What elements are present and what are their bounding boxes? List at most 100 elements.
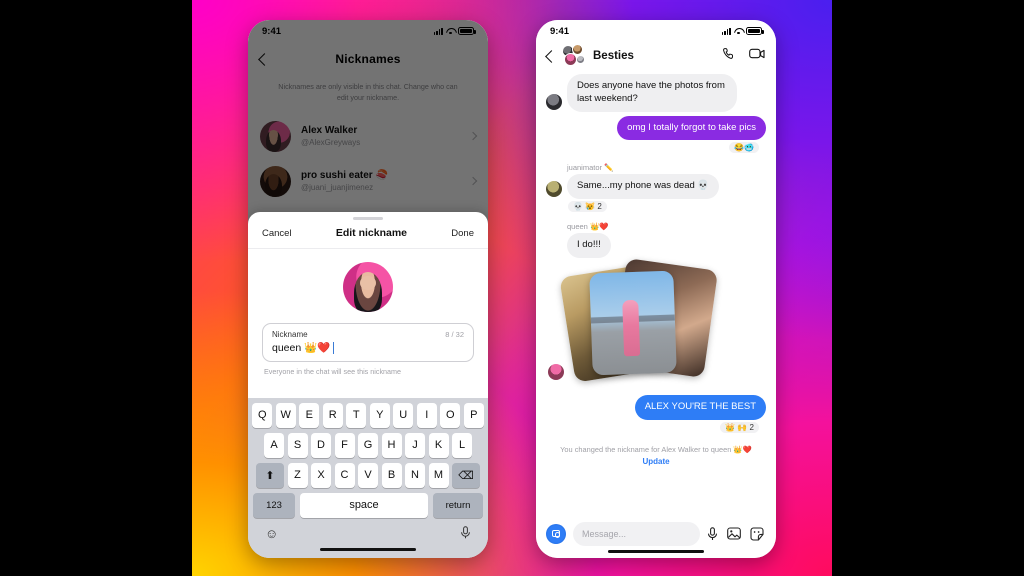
- message-bubble[interactable]: I do!!!: [567, 233, 611, 259]
- conversation-title[interactable]: Besties: [593, 50, 716, 62]
- battery-icon: [746, 27, 764, 35]
- sheet-toolbar: Cancel Edit nickname Done: [248, 220, 488, 248]
- return-key[interactable]: return: [433, 492, 483, 518]
- message-incoming-i-do[interactable]: I do!!!: [546, 233, 766, 259]
- message-outgoing-forgot-pics[interactable]: omg I totally forgot to take pics: [546, 115, 766, 141]
- nickname-input-value-wrap: queen 👑❤️: [272, 341, 464, 354]
- nickname-row-meta: pro sushi eater 🍣 @juani_juanjimenez: [301, 170, 460, 192]
- message-input[interactable]: Message...: [573, 521, 700, 546]
- keyboard-bottom-bar: ☺: [251, 523, 485, 546]
- backspace-key-icon[interactable]: ⌫: [452, 462, 480, 488]
- message-outgoing-alex-best[interactable]: ALEX YOU'RE THE BEST: [546, 395, 766, 420]
- message-bubble[interactable]: Same...my phone was dead 💀: [567, 174, 720, 200]
- message-bubble[interactable]: omg I totally forgot to take pics: [617, 115, 766, 141]
- nicknames-header: Nicknames: [248, 42, 488, 76]
- key-c[interactable]: C: [334, 462, 355, 488]
- reaction-pill[interactable]: 😂🥶: [728, 141, 760, 155]
- onscreen-keyboard: Q W E R T Y U I O P A S D F G H J K L ⬆ …: [248, 397, 488, 558]
- nickname-input-label: Nickname: [272, 330, 308, 339]
- keyboard-row-2: A S D F G H J K L: [251, 432, 485, 458]
- key-m[interactable]: M: [428, 462, 449, 488]
- reaction-row: 💀 😿 2: [546, 200, 766, 217]
- key-g[interactable]: G: [358, 432, 378, 458]
- avatar: [548, 364, 564, 381]
- image-icon[interactable]: [727, 527, 741, 540]
- home-indicator: [608, 549, 704, 553]
- key-y[interactable]: Y: [369, 402, 390, 428]
- key-l[interactable]: L: [452, 432, 472, 458]
- key-r[interactable]: R: [322, 402, 343, 428]
- key-b[interactable]: B: [381, 462, 402, 488]
- phone-call-icon[interactable]: [722, 47, 736, 66]
- battery-icon: [458, 27, 476, 35]
- key-s[interactable]: S: [287, 432, 308, 458]
- emoji-icon[interactable]: ☺: [265, 527, 278, 540]
- key-f[interactable]: F: [334, 432, 355, 458]
- keyboard-row-4: 123 space return: [251, 492, 485, 518]
- key-k[interactable]: K: [428, 432, 449, 458]
- key-u[interactable]: U: [393, 402, 414, 428]
- camera-icon[interactable]: [546, 523, 566, 544]
- key-x[interactable]: X: [311, 462, 331, 488]
- space-key[interactable]: space: [300, 492, 428, 518]
- back-chevron-icon[interactable]: [545, 49, 558, 63]
- key-w[interactable]: W: [275, 402, 296, 428]
- nickname-input[interactable]: Nickname 8 / 32 queen 👑❤️: [262, 323, 474, 362]
- key-v[interactable]: V: [358, 462, 378, 488]
- composer-actions: [707, 526, 766, 541]
- nickname-row-handle: @AlexGreyways: [301, 138, 361, 148]
- key-e[interactable]: E: [299, 402, 320, 428]
- mic-icon[interactable]: [707, 526, 718, 541]
- update-link[interactable]: Update: [546, 457, 766, 466]
- photo-thumbnail[interactable]: [589, 270, 677, 376]
- key-t[interactable]: T: [346, 402, 367, 428]
- message-incoming-phone-dead[interactable]: Same...my phone was dead 💀: [546, 174, 766, 200]
- system-message: You changed the nickname for Alex Walker…: [560, 444, 752, 454]
- key-j[interactable]: J: [405, 432, 425, 458]
- chevron-right-icon: [468, 176, 478, 186]
- phone-left: 9:41 Nicknames Nicknames are only visibl…: [248, 20, 488, 558]
- message-list[interactable]: Does anyone have the photos from last we…: [536, 74, 776, 516]
- status-time-right: 9:41: [550, 25, 570, 37]
- nickname-input-value: queen 👑❤️: [272, 342, 331, 354]
- shift-key-icon[interactable]: ⬆: [256, 462, 284, 488]
- key-z[interactable]: Z: [287, 462, 308, 488]
- chat-header-actions: [722, 47, 765, 66]
- mic-icon[interactable]: [460, 525, 471, 541]
- keyboard-row-3: ⬆ Z X C V B N M ⌫: [251, 462, 485, 488]
- cellular-signal-icon: [433, 27, 443, 35]
- letterbox-right: [832, 0, 1024, 576]
- nicknames-description: Nicknames are only visible in this chat.…: [278, 82, 458, 102]
- key-h[interactable]: H: [381, 432, 402, 458]
- nickname-row-name: Alex Walker: [301, 125, 358, 137]
- key-o[interactable]: O: [440, 402, 461, 428]
- nickname-row-pro-sushi-eater[interactable]: pro sushi eater 🍣 @juani_juanjimenez: [248, 159, 488, 204]
- group-avatar[interactable]: [562, 44, 587, 67]
- avatar: [260, 165, 291, 197]
- message-composer: Message...: [536, 516, 776, 548]
- cancel-button[interactable]: Cancel: [262, 228, 292, 239]
- key-n[interactable]: N: [405, 462, 425, 488]
- chat-header: Besties: [536, 42, 776, 74]
- sticker-icon[interactable]: [750, 527, 764, 541]
- status-bar-left: 9:41: [248, 20, 488, 42]
- key-i[interactable]: I: [416, 402, 437, 428]
- wifi-icon: [446, 28, 455, 35]
- message-incoming-photos-question[interactable]: Does anyone have the photos from last we…: [546, 74, 766, 112]
- key-d[interactable]: D: [311, 432, 331, 458]
- key-p[interactable]: P: [463, 402, 484, 428]
- message-bubble[interactable]: Does anyone have the photos from last we…: [567, 74, 737, 112]
- nickname-row-handle: @juani_juanjimenez: [301, 183, 374, 193]
- home-indicator: [320, 547, 416, 551]
- message-bubble[interactable]: ALEX YOU'RE THE BEST: [634, 395, 766, 420]
- key-a[interactable]: A: [264, 432, 284, 458]
- numbers-key[interactable]: 123: [253, 492, 295, 518]
- letterbox-left: [0, 0, 192, 576]
- reaction-pill[interactable]: 💀 😿 2: [567, 200, 608, 214]
- reaction-pill[interactable]: 👑 🙌 2: [719, 420, 760, 434]
- keyboard-row-1: Q W E R T Y U I O P: [251, 402, 485, 428]
- nickname-row-alex-walker[interactable]: Alex Walker @AlexGreyways: [248, 114, 488, 159]
- video-call-icon[interactable]: [749, 47, 765, 65]
- key-q[interactable]: Q: [252, 402, 273, 428]
- done-button[interactable]: Done: [451, 228, 474, 239]
